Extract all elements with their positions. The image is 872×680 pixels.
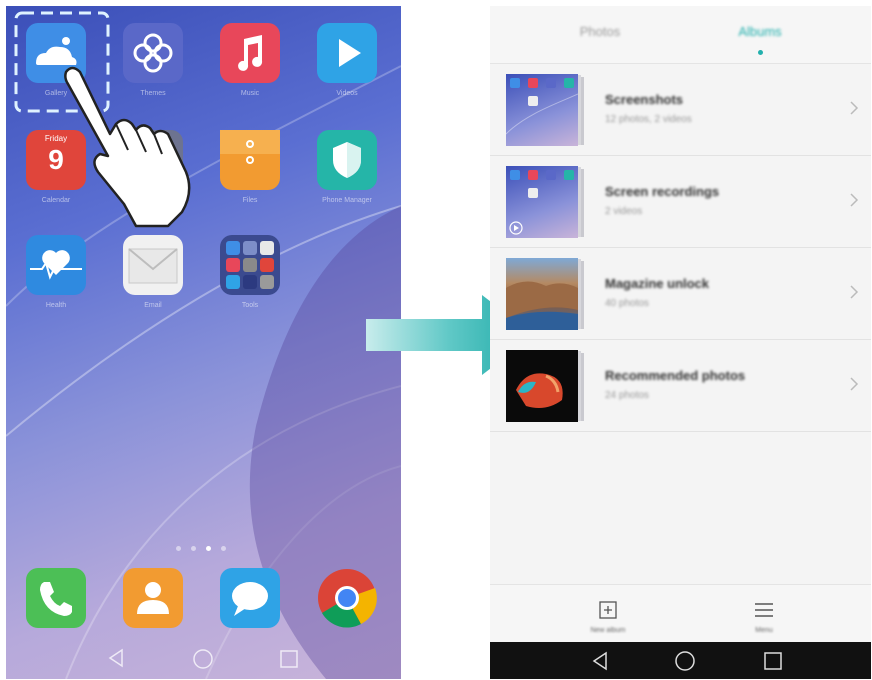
tab-photos[interactable]: Photos <box>520 24 680 39</box>
album-title: Screen recordings <box>605 184 720 199</box>
gallery-app-screen: Photos Albums Screenshots 12 photos, 2 v… <box>490 6 871 679</box>
page-indicator <box>176 546 236 552</box>
chevron-right-icon <box>850 101 859 115</box>
menu-label: Menu <box>755 627 773 634</box>
email-app-icon[interactable] <box>123 235 183 295</box>
tools-folder-icon[interactable] <box>220 235 280 295</box>
album-subtitle: 40 photos <box>605 298 649 309</box>
files-app-icon[interactable] <box>220 130 280 190</box>
system-nav-bar <box>490 642 871 679</box>
files-app-label: Files <box>242 197 258 204</box>
album-title: Recommended photos <box>605 368 746 383</box>
phone-manager-app-label: Phone Manager <box>322 197 372 204</box>
app-folder-grid-icon <box>226 241 274 289</box>
bottom-action-bar: New album Menu <box>490 584 871 642</box>
album-thumbnail <box>506 74 584 146</box>
back-nav-icon[interactable] <box>590 651 610 671</box>
chrome-dock-icon[interactable] <box>317 568 377 628</box>
chat-bubble-icon <box>232 582 268 616</box>
play-icon <box>339 39 361 67</box>
envelope-icon <box>128 248 178 284</box>
health-app-icon[interactable] <box>26 235 86 295</box>
email-app-label: Email <box>144 302 162 309</box>
music-app-label: Music <box>240 90 260 97</box>
music-app-icon[interactable] <box>220 23 280 83</box>
back-nav-icon[interactable] <box>106 648 126 668</box>
heart-pulse-icon <box>30 250 82 280</box>
videos-app-icon[interactable] <box>317 23 377 83</box>
chrome-icon <box>318 569 377 628</box>
person-icon <box>137 582 169 614</box>
phone-handset-icon <box>40 582 72 616</box>
videos-app-label: Videos <box>336 90 358 97</box>
recents-nav-icon[interactable] <box>280 650 298 668</box>
chevron-right-icon <box>850 377 859 391</box>
hand-pointer-icon <box>64 66 191 228</box>
page-dot-active <box>206 546 211 551</box>
music-note-icon <box>238 35 263 71</box>
hamburger-menu-icon <box>755 603 773 617</box>
home-nav-icon[interactable] <box>192 648 214 670</box>
folder-icon <box>220 130 280 164</box>
tab-albums[interactable]: Albums <box>680 24 840 39</box>
add-box-icon <box>599 601 617 619</box>
album-subtitle: 12 photos, 2 videos <box>605 114 692 125</box>
home-screen: Gallery Themes Music Videos Friday 9 Cal… <box>6 6 401 679</box>
page-dot <box>191 546 196 551</box>
album-thumbnail <box>506 258 584 330</box>
home-nav-icon[interactable] <box>674 650 696 672</box>
album-subtitle: 2 videos <box>605 206 643 217</box>
new-album-label: New album <box>590 627 626 634</box>
phone-dock-icon[interactable] <box>26 568 86 628</box>
page-dot <box>221 546 226 551</box>
recents-nav-icon[interactable] <box>764 652 782 670</box>
contacts-dock-icon[interactable] <box>123 568 183 628</box>
album-title: Magazine unlock <box>605 276 710 291</box>
tab-bar: Photos Albums <box>490 6 871 64</box>
new-album-button[interactable]: New album <box>568 593 648 639</box>
album-row-screen-recordings[interactable]: Screen recordings 2 videos <box>490 156 871 248</box>
album-thumbnail <box>506 166 584 238</box>
album-row-magazine-unlock[interactable]: Magazine unlock 40 photos <box>490 248 871 340</box>
album-title: Screenshots <box>605 92 684 107</box>
phone-manager-app-icon[interactable] <box>317 130 377 190</box>
messaging-dock-icon[interactable] <box>220 568 280 628</box>
album-thumbnail <box>506 350 584 422</box>
shield-icon <box>333 142 361 178</box>
menu-button[interactable]: Menu <box>724 593 804 639</box>
page-dot <box>176 546 181 551</box>
tools-folder-label: Tools <box>241 302 259 309</box>
health-app-label: Health <box>45 302 67 309</box>
composite-screenshot: Gallery Themes Music Videos Friday 9 Cal… <box>0 0 872 680</box>
chevron-right-icon <box>850 285 859 299</box>
album-row-screenshots[interactable]: Screenshots 12 photos, 2 videos <box>490 64 871 156</box>
album-row-recommended-photos[interactable]: Recommended photos 24 photos <box>490 340 871 432</box>
album-subtitle: 24 photos <box>605 390 649 401</box>
active-tab-indicator <box>758 50 763 55</box>
chevron-right-icon <box>850 193 859 207</box>
